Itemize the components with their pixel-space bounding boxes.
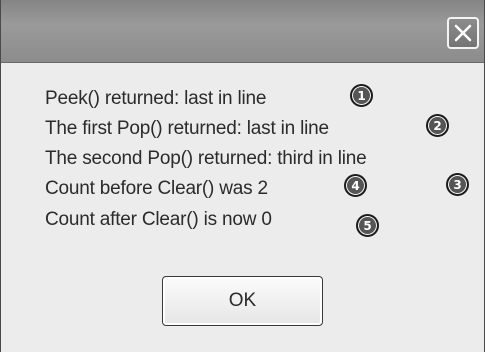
message-content: Peek() returned: last in line 1 The firs… (1, 63, 484, 352)
callout-badge-2: 2 (426, 114, 449, 137)
message-line-2: The first Pop() returned: last in line (45, 118, 329, 139)
callout-badge-4: 4 (344, 174, 367, 197)
callout-badge-5: 5 (356, 214, 379, 237)
title-bar (1, 0, 484, 63)
message-line-1: Peek() returned: last in line (45, 88, 267, 109)
ok-button[interactable]: OK (162, 276, 323, 326)
close-icon (454, 24, 472, 42)
message-line-4: Count before Clear() was 2 (45, 178, 268, 199)
callout-badge-1: 1 (350, 84, 373, 107)
message-line-3: The second Pop() returned: third in line (45, 148, 367, 169)
callout-badge-3: 3 (446, 173, 469, 196)
close-button[interactable] (447, 17, 479, 49)
message-line-5: Count after Clear() is now 0 (45, 209, 272, 230)
message-box-window: Peek() returned: last in line 1 The firs… (0, 0, 485, 352)
